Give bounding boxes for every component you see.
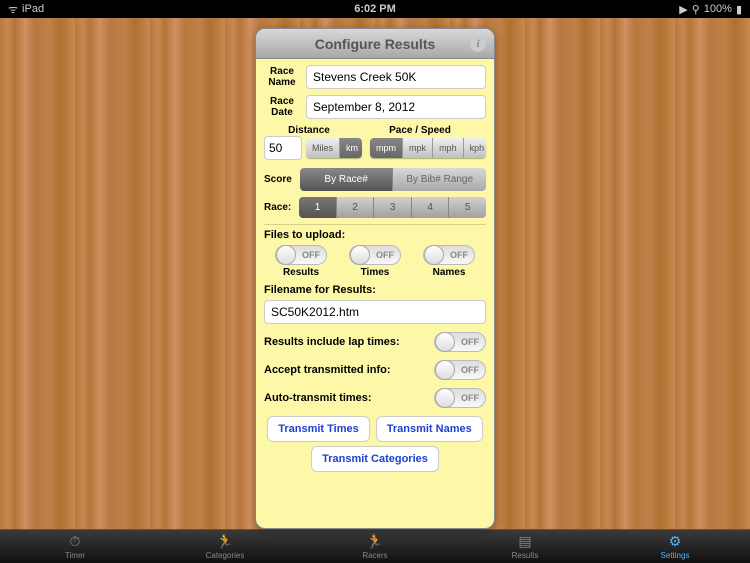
status-time: 6:02 PM: [354, 3, 396, 15]
score-label: Score: [264, 174, 292, 185]
switch-knob: [424, 245, 444, 265]
filename-label: Filename for Results:: [264, 284, 486, 296]
race-date-input[interactable]: [306, 95, 486, 119]
upload-names-label: Names: [433, 267, 466, 278]
switch-knob: [435, 388, 455, 408]
race-3[interactable]: 3: [374, 197, 412, 218]
tab-timer[interactable]: ⏱ Timer: [0, 530, 150, 563]
pace-kph[interactable]: kph: [464, 138, 486, 158]
divider: [264, 224, 486, 225]
upload-times-switch[interactable]: OFF: [349, 245, 401, 265]
upload-header: Files to upload:: [264, 229, 486, 241]
timer-icon: ⏱: [70, 533, 81, 550]
tab-settings[interactable]: ⚙ Settings: [600, 530, 750, 563]
status-bar: ᯤ iPad 6:02 PM ▶ ⚲ 100% ▮: [0, 0, 750, 18]
accept-info-label: Accept transmitted info:: [264, 364, 391, 376]
switch-knob: [350, 245, 370, 265]
distance-input[interactable]: [264, 136, 302, 160]
bluetooth-icon: ⚲: [692, 3, 700, 16]
upload-results-switch[interactable]: OFF: [275, 245, 327, 265]
race-selector: 1 2 3 4 5: [299, 197, 486, 218]
filename-input[interactable]: [264, 300, 486, 324]
battery-pct: 100%: [704, 3, 732, 15]
transmit-names-button[interactable]: Transmit Names: [376, 416, 483, 442]
pace-unit-selector: mpm mpk mph kph: [370, 138, 486, 158]
switch-knob: [435, 332, 455, 352]
unit-km[interactable]: km: [340, 138, 362, 158]
tab-results[interactable]: ▤ Results: [450, 530, 600, 563]
score-by-race[interactable]: By Race#: [300, 168, 394, 191]
pace-header: Pace / Speed: [354, 125, 486, 136]
info-icon[interactable]: i: [470, 36, 486, 52]
main-background: Configure Results i RaceName RaceDate Di…: [0, 18, 750, 529]
distance-unit-selector: Miles km: [306, 138, 362, 158]
accept-info-switch[interactable]: OFF: [434, 360, 486, 380]
pace-mph[interactable]: mph: [433, 138, 464, 158]
upload-results-label: Results: [283, 267, 319, 278]
pace-mpk[interactable]: mpk: [403, 138, 433, 158]
auto-transmit-label: Auto-transmit times:: [264, 392, 372, 404]
lap-times-label: Results include lap times:: [264, 336, 400, 348]
race-4[interactable]: 4: [412, 197, 450, 218]
play-icon: ▶: [679, 3, 687, 16]
race-date-label: RaceDate: [264, 96, 300, 118]
battery-icon: ▮: [736, 3, 742, 16]
transmit-categories-button[interactable]: Transmit Categories: [311, 446, 439, 472]
race-selector-label: Race:: [264, 202, 291, 213]
score-by-bib[interactable]: By Bib# Range: [393, 168, 486, 191]
lap-times-switch[interactable]: OFF: [434, 332, 486, 352]
settings-icon: ⚙: [669, 533, 682, 550]
auto-transmit-switch[interactable]: OFF: [434, 388, 486, 408]
switch-knob: [276, 245, 296, 265]
unit-miles[interactable]: Miles: [306, 138, 340, 158]
racers-icon: 🏃: [366, 533, 383, 550]
panel-title: Configure Results: [315, 36, 436, 52]
race-name-input[interactable]: [306, 65, 486, 89]
device-label: iPad: [22, 3, 44, 15]
pace-mpm[interactable]: mpm: [370, 138, 403, 158]
upload-times-label: Times: [361, 267, 390, 278]
categories-icon: 🏃: [216, 533, 233, 550]
panel-header: Configure Results i: [256, 29, 494, 59]
configure-panel: Configure Results i RaceName RaceDate Di…: [255, 28, 495, 529]
results-icon: ▤: [518, 533, 531, 550]
race-2[interactable]: 2: [337, 197, 375, 218]
score-selector: By Race# By Bib# Range: [300, 168, 486, 191]
race-1[interactable]: 1: [299, 197, 337, 218]
distance-header: Distance: [264, 125, 354, 136]
transmit-times-button[interactable]: Transmit Times: [267, 416, 370, 442]
wifi-icon: ᯤ: [8, 2, 18, 17]
race-name-label: RaceName: [264, 66, 300, 88]
tab-racers[interactable]: 🏃 Racers: [300, 530, 450, 563]
race-5[interactable]: 5: [449, 197, 486, 218]
tab-categories[interactable]: 🏃 Categories: [150, 530, 300, 563]
tab-bar: ⏱ Timer 🏃 Categories 🏃 Racers ▤ Results …: [0, 529, 750, 563]
upload-names-switch[interactable]: OFF: [423, 245, 475, 265]
switch-knob: [435, 360, 455, 380]
